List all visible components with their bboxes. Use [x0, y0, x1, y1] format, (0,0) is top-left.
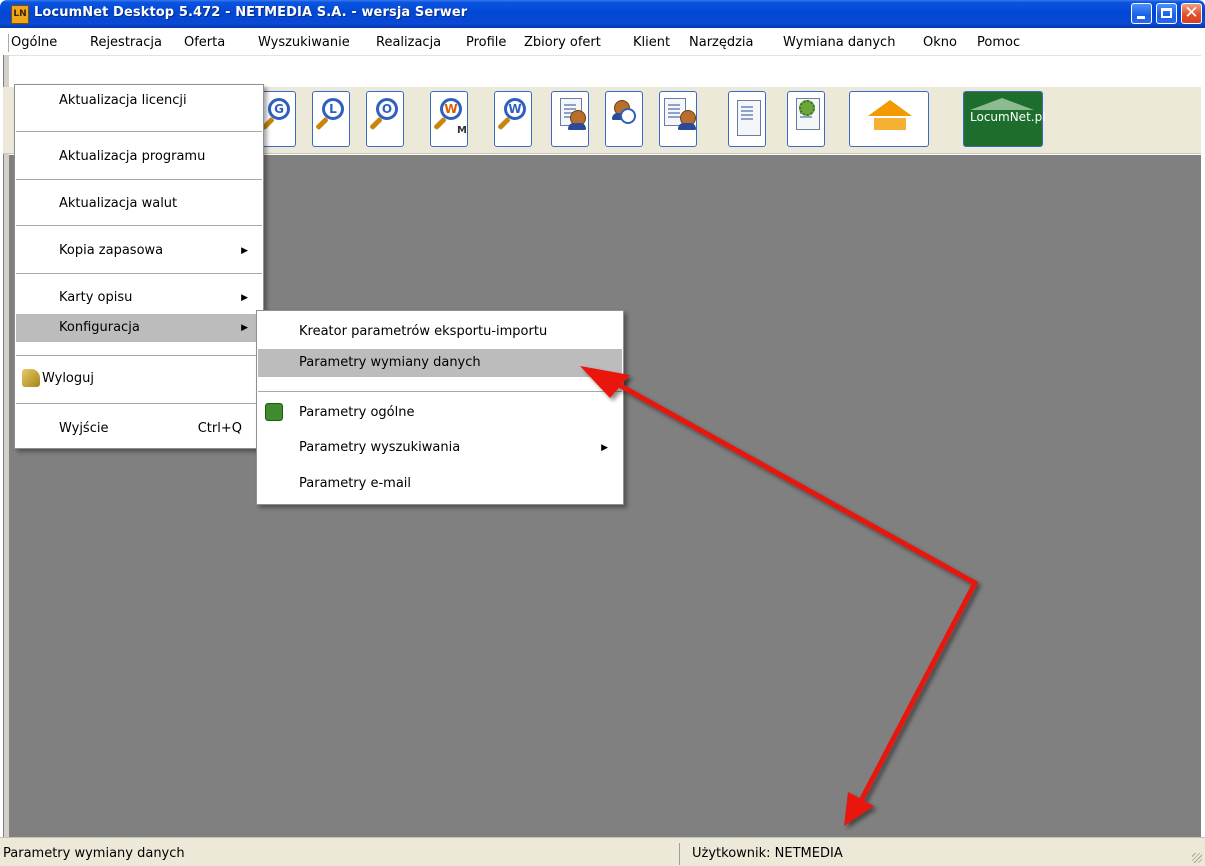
menu-wymiana-danych[interactable]: Wymiana danych — [783, 34, 895, 52]
toolbar-locumnet-button[interactable]: LocumNet.pl — [963, 91, 1046, 147]
menu-item-wyloguj[interactable]: Wyloguj — [16, 365, 262, 393]
close-button[interactable]: ✕ — [1181, 3, 1202, 24]
toolbar-documents-client-button[interactable] — [659, 91, 697, 147]
houses-icon — [868, 100, 912, 116]
menu-pomoc[interactable]: Pomoc — [977, 34, 1020, 52]
menu-item-parametry-email[interactable]: Parametry e-mail — [258, 470, 622, 498]
submenu-arrow-icon: ▶ — [241, 323, 248, 333]
menu-konfiguracja-submenu: Kreator parametrów eksportu-importu Para… — [256, 310, 624, 505]
toolbar-search-o-button[interactable]: O — [366, 91, 404, 147]
menu-item-label: Aktualizacja programu — [59, 149, 206, 164]
status-user-text: Użytkownik: NETMEDIA — [692, 846, 843, 861]
menu-rejestracja[interactable]: Rejestracja — [90, 34, 162, 52]
toolbar-houses-button[interactable] — [849, 91, 929, 147]
menu-profile[interactable]: Profile — [466, 34, 506, 52]
menu-item-label: Karty opisu — [59, 290, 133, 305]
menu-item-aktualizacja-walut[interactable]: Aktualizacja walut — [16, 190, 262, 218]
menu-zbiory-ofert[interactable]: Zbiory ofert — [524, 34, 601, 52]
menu-item-label: Parametry ogólne — [299, 405, 415, 420]
menu-item-kopia-zapasowa[interactable]: Kopia zapasowa ▶ — [16, 237, 262, 265]
menu-item-label: Wyloguj — [42, 371, 94, 386]
settings-gear-icon — [799, 100, 815, 116]
status-bar: Parametry wymiany danych Użytkownik: NET… — [0, 837, 1205, 866]
close-icon: ✕ — [1184, 3, 1199, 23]
maximize-icon — [1161, 8, 1172, 18]
menu-item-kreator-parametrow[interactable]: Kreator parametrów eksportu-importu — [258, 318, 622, 346]
locumnet-logo-icon — [970, 98, 1034, 110]
menu-narzedzia[interactable]: Narzędzia — [689, 34, 754, 52]
menu-separator — [16, 273, 262, 274]
submenu-arrow-icon: ▶ — [601, 443, 608, 453]
submenu-arrow-icon: ▶ — [241, 293, 248, 303]
menu-realizacja[interactable]: Realizacja — [376, 34, 441, 52]
search-wm-sub-label: M — [457, 125, 467, 136]
minimize-button[interactable] — [1131, 3, 1152, 24]
menu-klient[interactable]: Klient — [633, 34, 670, 52]
toolbar-search-w-button[interactable]: W — [494, 91, 532, 147]
menu-item-label: Konfiguracja — [59, 320, 140, 335]
menu-item-wyjscie[interactable]: Wyjście Ctrl+Q — [16, 415, 262, 443]
menu-separator — [16, 403, 262, 404]
menu-item-label: Wyjście — [59, 421, 109, 436]
menu-ogolne-dropdown: Aktualizacja licencji Aktualizacja progr… — [14, 84, 264, 449]
toolbar-report-button[interactable] — [728, 91, 766, 147]
menu-ogolne[interactable]: Ogólne — [8, 34, 58, 52]
app-logo-icon[interactable]: LN — [11, 5, 29, 24]
menu-separator — [16, 131, 262, 132]
menu-item-aktualizacja-licencji[interactable]: Aktualizacja licencji — [16, 87, 262, 115]
menu-bar: Ogólne Rejestracja Oferta Wyszukiwanie R… — [3, 31, 1201, 56]
menu-item-parametry-wyszukiwania[interactable]: Parametry wyszukiwania ▶ — [258, 434, 622, 462]
menu-item-aktualizacja-programu[interactable]: Aktualizacja programu — [16, 143, 262, 171]
menu-wyszukiwanie[interactable]: Wyszukiwanie — [258, 34, 350, 52]
toolbar-client-search-button[interactable] — [605, 91, 643, 147]
submenu-arrow-icon: ▶ — [241, 246, 248, 256]
menu-item-karty-opisu[interactable]: Karty opisu ▶ — [16, 284, 262, 312]
menu-separator — [16, 179, 262, 180]
menu-item-label: Parametry e-mail — [299, 476, 412, 491]
menu-item-label: Aktualizacja licencji — [59, 93, 187, 108]
menu-item-label: Parametry wymiany danych — [299, 355, 481, 370]
report-document-icon — [737, 100, 761, 136]
settings-gear-icon — [265, 403, 283, 421]
toolbar-settings-button[interactable] — [787, 91, 825, 147]
toolbar-search-l-button[interactable]: L — [312, 91, 350, 147]
status-hint-text: Parametry wymiany danych — [3, 843, 680, 865]
menu-item-label: Aktualizacja walut — [59, 196, 178, 211]
menu-separator — [258, 391, 622, 392]
resize-grip[interactable] — [1192, 853, 1202, 863]
menu-oferta[interactable]: Oferta — [184, 34, 225, 52]
title-bar[interactable]: LN LocumNet Desktop 5.472 - NETMEDIA S.A… — [0, 0, 1205, 28]
menu-item-shortcut: Ctrl+Q — [197, 421, 242, 436]
menu-separator — [16, 225, 262, 226]
locumnet-logo-label: LocumNet.pl — [970, 110, 1046, 124]
window-title: LocumNet Desktop 5.472 - NETMEDIA S.A. -… — [34, 5, 468, 20]
toolbar-client-document-button[interactable] — [551, 91, 589, 147]
menu-item-label: Parametry wyszukiwania — [299, 440, 461, 455]
keys-icon — [22, 369, 40, 387]
menu-okno[interactable]: Okno — [923, 34, 957, 52]
menu-item-parametry-wymiany-danych[interactable]: Parametry wymiany danych — [258, 349, 622, 377]
app-window: LN LocumNet Desktop 5.472 - NETMEDIA S.A… — [0, 0, 1205, 866]
menu-item-konfiguracja[interactable]: Konfiguracja ▶ — [16, 314, 262, 342]
menu-item-label: Kopia zapasowa — [59, 243, 164, 258]
minimize-icon — [1137, 16, 1145, 19]
menu-item-label: Kreator parametrów eksportu-importu — [299, 324, 548, 339]
maximize-button[interactable] — [1156, 3, 1177, 24]
menu-item-parametry-ogolne[interactable]: Parametry ogólne — [258, 399, 622, 427]
menu-separator — [16, 355, 262, 356]
toolbar-search-wm-button[interactable]: W M — [430, 91, 468, 147]
